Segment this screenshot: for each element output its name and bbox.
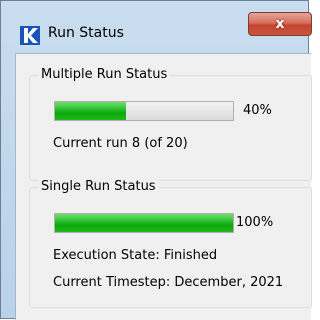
current-run-text: Current run 8 (of 20) (53, 136, 188, 151)
run-status-window: Run Status x Multiple Run Status 40% Cur… (0, 0, 312, 320)
execution-state-text: Execution State: Finished (53, 248, 218, 263)
multiple-run-status-group: Multiple Run Status 40% Current run 8 (o… (29, 67, 312, 181)
single-run-progress-percent: 100% (236, 215, 274, 230)
multiple-run-progress-bar (54, 101, 234, 121)
multiple-run-progress-fill (55, 102, 127, 120)
current-timestep-text: Current Timestep: December, 2021 (53, 275, 284, 290)
multiple-run-status-title: Multiple Run Status (38, 67, 171, 82)
single-run-progress-bar (54, 213, 234, 233)
dialog-content: Multiple Run Status 40% Current run 8 (o… (15, 53, 312, 320)
app-logo-icon (20, 26, 40, 45)
single-run-progress-fill (55, 214, 233, 232)
single-run-status-title: Single Run Status (38, 179, 159, 194)
multiple-run-progress-percent: 40% (243, 103, 272, 118)
close-icon: x (275, 16, 285, 32)
window-title: Run Status (48, 25, 124, 41)
title-bar[interactable]: Run Status x (1, 1, 312, 53)
single-run-status-group: Single Run Status 100% Execution State: … (29, 179, 312, 308)
close-button[interactable]: x (248, 12, 312, 36)
